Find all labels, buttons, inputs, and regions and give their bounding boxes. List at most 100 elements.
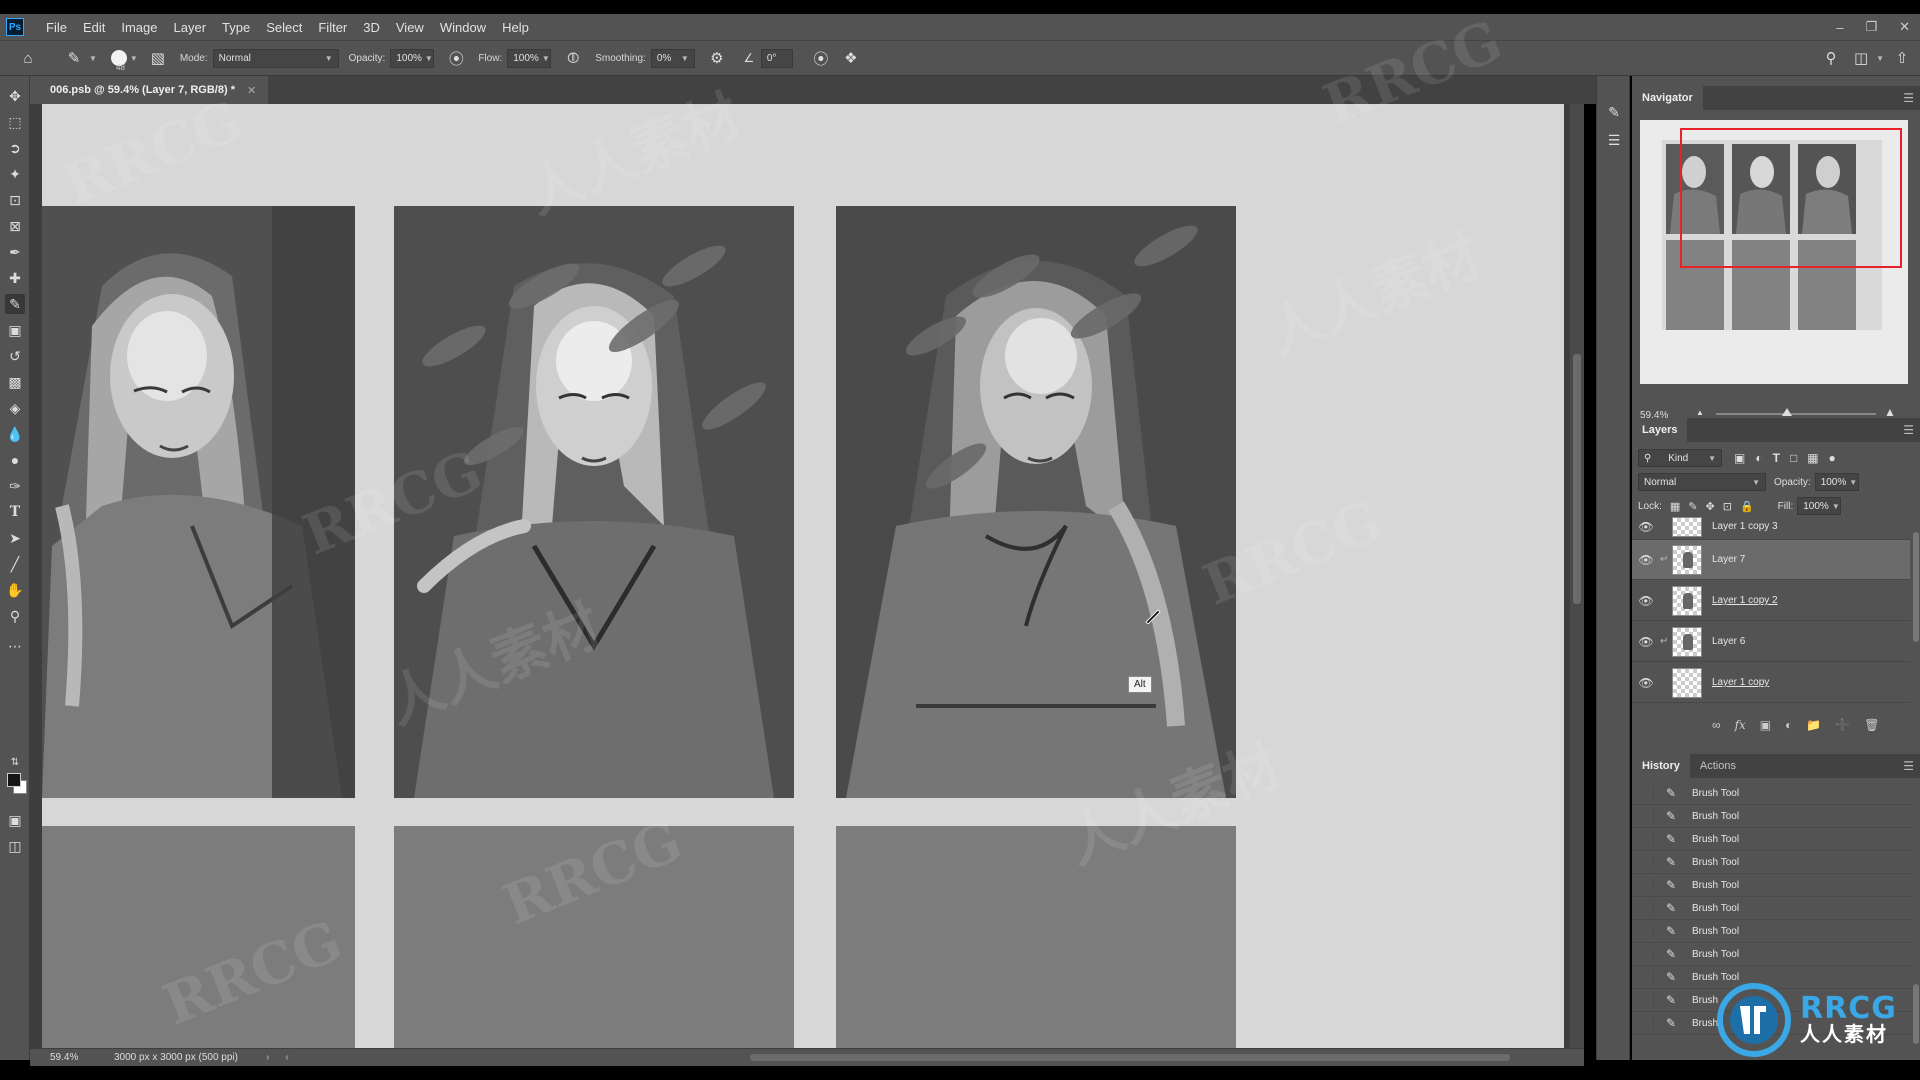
- navigator-preview[interactable]: [1640, 120, 1908, 384]
- panel-menu-icon[interactable]: ☰: [1903, 759, 1914, 773]
- fill-field[interactable]: 100% ▼: [1797, 497, 1842, 515]
- history-item[interactable]: ✎ Brush Tool: [1632, 782, 1912, 805]
- paint-bucket-tool-icon[interactable]: ◈: [5, 398, 25, 418]
- history-snapshot-checkbox[interactable]: [1640, 1017, 1654, 1029]
- menu-help[interactable]: Help: [494, 20, 537, 35]
- filter-kind-select[interactable]: ⚲ Kind ▼: [1638, 449, 1722, 467]
- add-mask-icon[interactable]: ▣: [1760, 718, 1771, 732]
- brush-settings-panel-icon[interactable]: ✎: [1604, 102, 1624, 122]
- fx-icon[interactable]: fx: [1735, 718, 1746, 732]
- history-snapshot-checkbox[interactable]: [1640, 856, 1654, 868]
- restore-icon[interactable]: ❐: [1865, 19, 1877, 35]
- layer-row[interactable]: 👁 Layer 1 copy: [1632, 663, 1910, 703]
- layer-name[interactable]: Layer 1 copy 3: [1712, 521, 1778, 532]
- menu-type[interactable]: Type: [214, 20, 258, 35]
- history-snapshot-checkbox[interactable]: [1640, 971, 1654, 983]
- menu-3d[interactable]: 3D: [355, 20, 388, 35]
- lock-position-icon[interactable]: ✥: [1706, 500, 1715, 513]
- type-tool-icon[interactable]: T: [5, 502, 25, 522]
- eye-icon[interactable]: 👁: [1632, 553, 1660, 567]
- pressure-size-icon[interactable]: ⦿: [809, 46, 833, 70]
- marquee-tool-icon[interactable]: ⬚: [5, 112, 25, 132]
- history-scrollbar[interactable]: [1912, 794, 1920, 1054]
- delete-layer-icon[interactable]: 🗑: [1864, 718, 1879, 732]
- search-icon[interactable]: ⚲: [1819, 46, 1843, 70]
- properties-panel-icon[interactable]: ☰: [1604, 130, 1624, 150]
- foreground-color-swatch[interactable]: [7, 773, 21, 787]
- lock-transparency-icon[interactable]: ▦: [1670, 500, 1680, 513]
- pressure-opacity-icon[interactable]: ⦿: [444, 46, 468, 70]
- layer-row[interactable]: 👁 Layer 1 copy 2: [1632, 581, 1910, 621]
- vertical-scrollbar[interactable]: [1570, 104, 1584, 1048]
- healing-tool-icon[interactable]: ✚: [5, 268, 25, 288]
- history-snapshot-checkbox[interactable]: [1640, 810, 1654, 822]
- brush-preset-icon[interactable]: ✎: [62, 46, 86, 70]
- chevron-down-icon[interactable]: ▼: [130, 54, 138, 63]
- menu-image[interactable]: Image: [113, 20, 165, 35]
- menu-window[interactable]: Window: [432, 20, 494, 35]
- link-layers-icon[interactable]: ∞: [1712, 718, 1721, 732]
- chevron-down-icon[interactable]: ▼: [1876, 54, 1884, 63]
- document-tab[interactable]: 006.psb @ 59.4% (Layer 7, RGB/8) * ✕: [30, 76, 269, 104]
- document-canvas[interactable]: [42, 104, 1564, 1048]
- chevron-left-icon[interactable]: ‹: [285, 1052, 288, 1063]
- dodge-tool-icon[interactable]: ●: [5, 450, 25, 470]
- history-snapshot-checkbox[interactable]: [1640, 925, 1654, 937]
- history-snapshot-checkbox[interactable]: [1640, 948, 1654, 960]
- share-icon[interactable]: ⇧: [1890, 46, 1914, 70]
- zoom-out-icon[interactable]: ▲: [1696, 408, 1704, 417]
- pen-tool-icon[interactable]: ✑: [5, 476, 25, 496]
- layer-name[interactable]: Layer 7: [1712, 554, 1745, 565]
- menu-view[interactable]: View: [388, 20, 432, 35]
- filter-type-icon[interactable]: T: [1773, 451, 1780, 465]
- close-icon[interactable]: ✕: [1899, 19, 1910, 35]
- layers-tab[interactable]: Layers: [1632, 418, 1688, 442]
- tab-actions[interactable]: Actions: [1690, 754, 1746, 778]
- new-group-icon[interactable]: 📁: [1806, 718, 1821, 732]
- new-layer-icon[interactable]: ➕: [1835, 718, 1850, 732]
- filter-adjustment-icon[interactable]: ◐: [1755, 451, 1762, 465]
- chevron-right-icon[interactable]: ›: [266, 1052, 269, 1063]
- workspace-icon[interactable]: ◫: [1849, 46, 1873, 70]
- history-snapshot-checkbox[interactable]: [1640, 833, 1654, 845]
- history-brush-tool-icon[interactable]: ↺: [5, 346, 25, 366]
- history-snapshot-checkbox[interactable]: [1640, 994, 1654, 1006]
- close-tab-icon[interactable]: ✕: [247, 84, 256, 97]
- history-item[interactable]: ✎ Brush Tool: [1632, 943, 1912, 966]
- history-item[interactable]: ✎ Brush Tool: [1632, 828, 1912, 851]
- path-select-tool-icon[interactable]: ➤: [5, 528, 25, 548]
- symmetry-icon[interactable]: ❖: [839, 46, 863, 70]
- quick-mask-icon[interactable]: ▣: [5, 810, 25, 830]
- layer-name[interactable]: Layer 1 copy: [1712, 677, 1769, 688]
- hand-tool-icon[interactable]: ✋: [5, 580, 25, 600]
- eraser-tool-icon[interactable]: ▩: [5, 372, 25, 392]
- zoom-tool-icon[interactable]: ⚲: [5, 606, 25, 626]
- clone-stamp-tool-icon[interactable]: ▣: [5, 320, 25, 340]
- chevron-down-icon[interactable]: ▼: [89, 54, 97, 63]
- layer-opacity-field[interactable]: 100% ▼: [1814, 473, 1859, 491]
- lock-all-icon[interactable]: 🔒: [1740, 500, 1754, 513]
- scroll-thumb[interactable]: [1913, 532, 1919, 642]
- lock-artboard-icon[interactable]: ⊡: [1723, 500, 1732, 513]
- minimize-icon[interactable]: –: [1836, 20, 1843, 35]
- mode-select[interactable]: Normal ▼: [212, 48, 339, 68]
- move-tool-icon[interactable]: ✥: [5, 86, 25, 106]
- menu-select[interactable]: Select: [258, 20, 310, 35]
- filter-shape-icon[interactable]: □: [1790, 451, 1797, 465]
- filter-toggle-icon[interactable]: ●: [1829, 451, 1836, 465]
- filter-smart-object-icon[interactable]: ▦: [1807, 451, 1818, 465]
- eye-icon[interactable]: 👁: [1632, 594, 1660, 608]
- menu-file[interactable]: File: [38, 20, 75, 35]
- gear-icon[interactable]: ⚙: [705, 46, 729, 70]
- screen-mode-icon[interactable]: ◫: [5, 836, 25, 856]
- tab-history[interactable]: History: [1632, 754, 1690, 778]
- history-item[interactable]: ✎ Brush Tool: [1632, 851, 1912, 874]
- filter-pixel-icon[interactable]: ▣: [1734, 451, 1745, 465]
- lock-pixels-icon[interactable]: ✎: [1688, 500, 1697, 513]
- eyedropper-tool-icon[interactable]: ✒: [5, 242, 25, 262]
- status-zoom[interactable]: 59.4%: [30, 1052, 82, 1063]
- layer-row[interactable]: 👁 ↵ Layer 6: [1632, 622, 1910, 662]
- eye-icon[interactable]: 👁: [1632, 520, 1660, 534]
- blur-tool-icon[interactable]: 💧: [5, 424, 25, 444]
- crop-tool-icon[interactable]: ⊡: [5, 190, 25, 210]
